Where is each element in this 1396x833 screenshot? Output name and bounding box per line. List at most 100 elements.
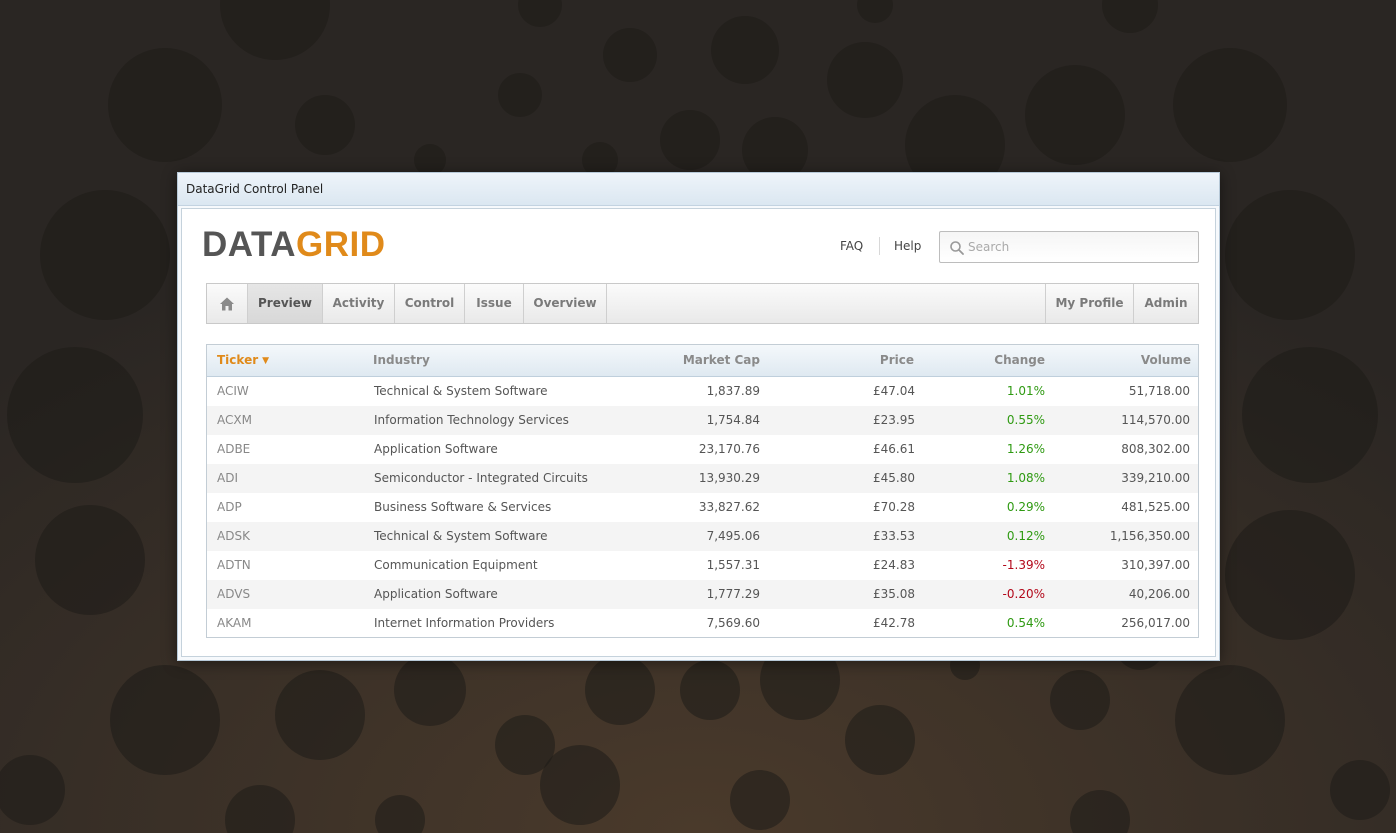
cell-ticker: AKAM [217,616,252,630]
column-header-ticker-label: Ticker [217,353,259,367]
table-row[interactable]: ADBE Application Software 23,170.76 £46.61 1… [207,435,1198,464]
background-circle [540,745,620,825]
background-circle [827,42,903,118]
tab-overview[interactable]: Overview [523,284,607,323]
background-circle [7,347,143,483]
cell-change: -1.39% [1002,558,1045,572]
cell-market-cap: 13,930.29 [698,471,760,485]
cell-price: £47.04 [873,384,915,398]
search-box[interactable] [939,231,1199,263]
cell-market-cap: 1,557.31 [706,558,760,572]
cell-industry: Application Software [374,442,498,456]
search-icon [950,241,964,255]
column-header-market-cap[interactable]: Market Cap [683,345,760,376]
cell-ticker: ADI [217,471,238,485]
column-header-change[interactable]: Change [994,345,1045,376]
background-circle [394,654,466,726]
column-header-volume[interactable]: Volume [1141,345,1191,376]
cell-volume: 310,397.00 [1121,558,1190,572]
datagrid-logo[interactable]: DATAGRID [202,225,386,265]
cell-industry: Technical & System Software [374,529,548,543]
cell-industry: Internet Information Providers [374,616,555,630]
cell-market-cap: 33,827.62 [698,500,760,514]
control-panel-window: DataGrid Control Panel DATAGRID FAQ Help… [177,172,1220,661]
cell-ticker: ADSK [217,529,250,543]
background-circle [680,660,740,720]
cell-ticker: ACIW [217,384,249,398]
cell-price: £46.61 [873,442,915,456]
window-title: DataGrid Control Panel [178,173,1219,206]
cell-market-cap: 1,777.29 [706,587,760,601]
tab-activity[interactable]: Activity [322,284,394,323]
cell-market-cap: 7,495.06 [706,529,760,543]
tab-issue[interactable]: Issue [464,284,523,323]
table-row[interactable]: AKAM Internet Information Providers 7,569.… [207,609,1198,638]
faq-link[interactable]: FAQ [840,239,863,253]
tab-preview[interactable]: Preview [247,284,322,323]
cell-ticker: ADP [217,500,242,514]
data-grid: Ticker ▼ Industry Market Cap Price Change… [206,344,1199,638]
table-row[interactable]: ADTN Communication Equipment 1,557.31 £24.8… [207,551,1198,580]
background-circle [1225,190,1355,320]
table-row[interactable]: ADSK Technical & System Software 7,495.06 £… [207,522,1198,551]
cell-industry: Application Software [374,587,498,601]
background-circle [711,16,779,84]
cell-market-cap: 1,754.84 [706,413,760,427]
cell-change: 0.55% [1006,413,1045,427]
cell-volume: 808,302.00 [1121,442,1190,456]
cell-industry: Information Technology Services [374,413,569,427]
background-circle [295,95,355,155]
cell-ticker: ACXM [217,413,252,427]
background-circle [35,505,145,615]
table-row[interactable]: ADVS Application Software 1,777.29 £35.08 -0… [207,580,1198,609]
help-link[interactable]: Help [894,239,921,253]
column-header-ticker[interactable]: Ticker ▼ [217,345,269,377]
column-header-industry[interactable]: Industry [373,345,430,376]
cell-industry: Business Software & Services [374,500,552,514]
background-circle [1050,670,1110,730]
cell-ticker: ADVS [217,587,251,601]
cell-market-cap: 7,569.60 [706,616,760,630]
cell-volume: 51,718.00 [1128,384,1190,398]
cell-volume: 339,210.00 [1121,471,1190,485]
grid-body: ACIW Technical & System Software 1,837.89 £… [207,377,1198,638]
cell-change: 1.01% [1006,384,1045,398]
cell-price: £42.78 [873,616,915,630]
cell-volume: 481,525.00 [1121,500,1190,514]
background-circle [1173,48,1287,162]
header-link-divider [879,237,880,255]
table-row[interactable]: ADP Business Software & Services 33,827.62… [207,493,1198,522]
cell-price: £23.95 [873,413,915,427]
table-row[interactable]: ACXM Information Technology Services 1,754… [207,406,1198,435]
background-circle [275,670,365,760]
search-input[interactable] [968,232,1193,262]
cell-ticker: ADBE [217,442,251,456]
background-circle [660,110,720,170]
cell-change: 0.12% [1006,529,1045,543]
table-row[interactable]: ADI Semiconductor - Integrated Circuits 13… [207,464,1198,493]
tab-my-profile[interactable]: My Profile [1045,284,1133,323]
cell-market-cap: 1,837.89 [706,384,760,398]
background-circle [1242,347,1378,483]
background-circle [585,655,655,725]
background-circle [108,48,222,162]
table-row[interactable]: ACIW Technical & System Software 1,837.89 £… [207,377,1198,406]
grid-header: Ticker ▼ Industry Market Cap Price Change… [207,345,1198,377]
cell-change: 0.29% [1006,500,1045,514]
tab-admin[interactable]: Admin [1133,284,1198,323]
background-circle [1330,760,1390,820]
cell-volume: 1,156,350.00 [1109,529,1190,543]
column-header-price[interactable]: Price [880,345,914,376]
cell-industry: Technical & System Software [374,384,548,398]
cell-change: 1.08% [1006,471,1045,485]
home-tab[interactable] [207,284,247,323]
cell-volume: 114,570.00 [1121,413,1190,427]
cell-price: £70.28 [873,500,915,514]
main-panel: DATAGRID FAQ Help Preview Activity Contr… [181,208,1216,657]
cell-volume: 256,017.00 [1121,616,1190,630]
background-circle [1225,510,1355,640]
background-circle [730,770,790,830]
cell-price: £45.80 [873,471,915,485]
background-circle [40,190,170,320]
tab-control[interactable]: Control [394,284,464,323]
